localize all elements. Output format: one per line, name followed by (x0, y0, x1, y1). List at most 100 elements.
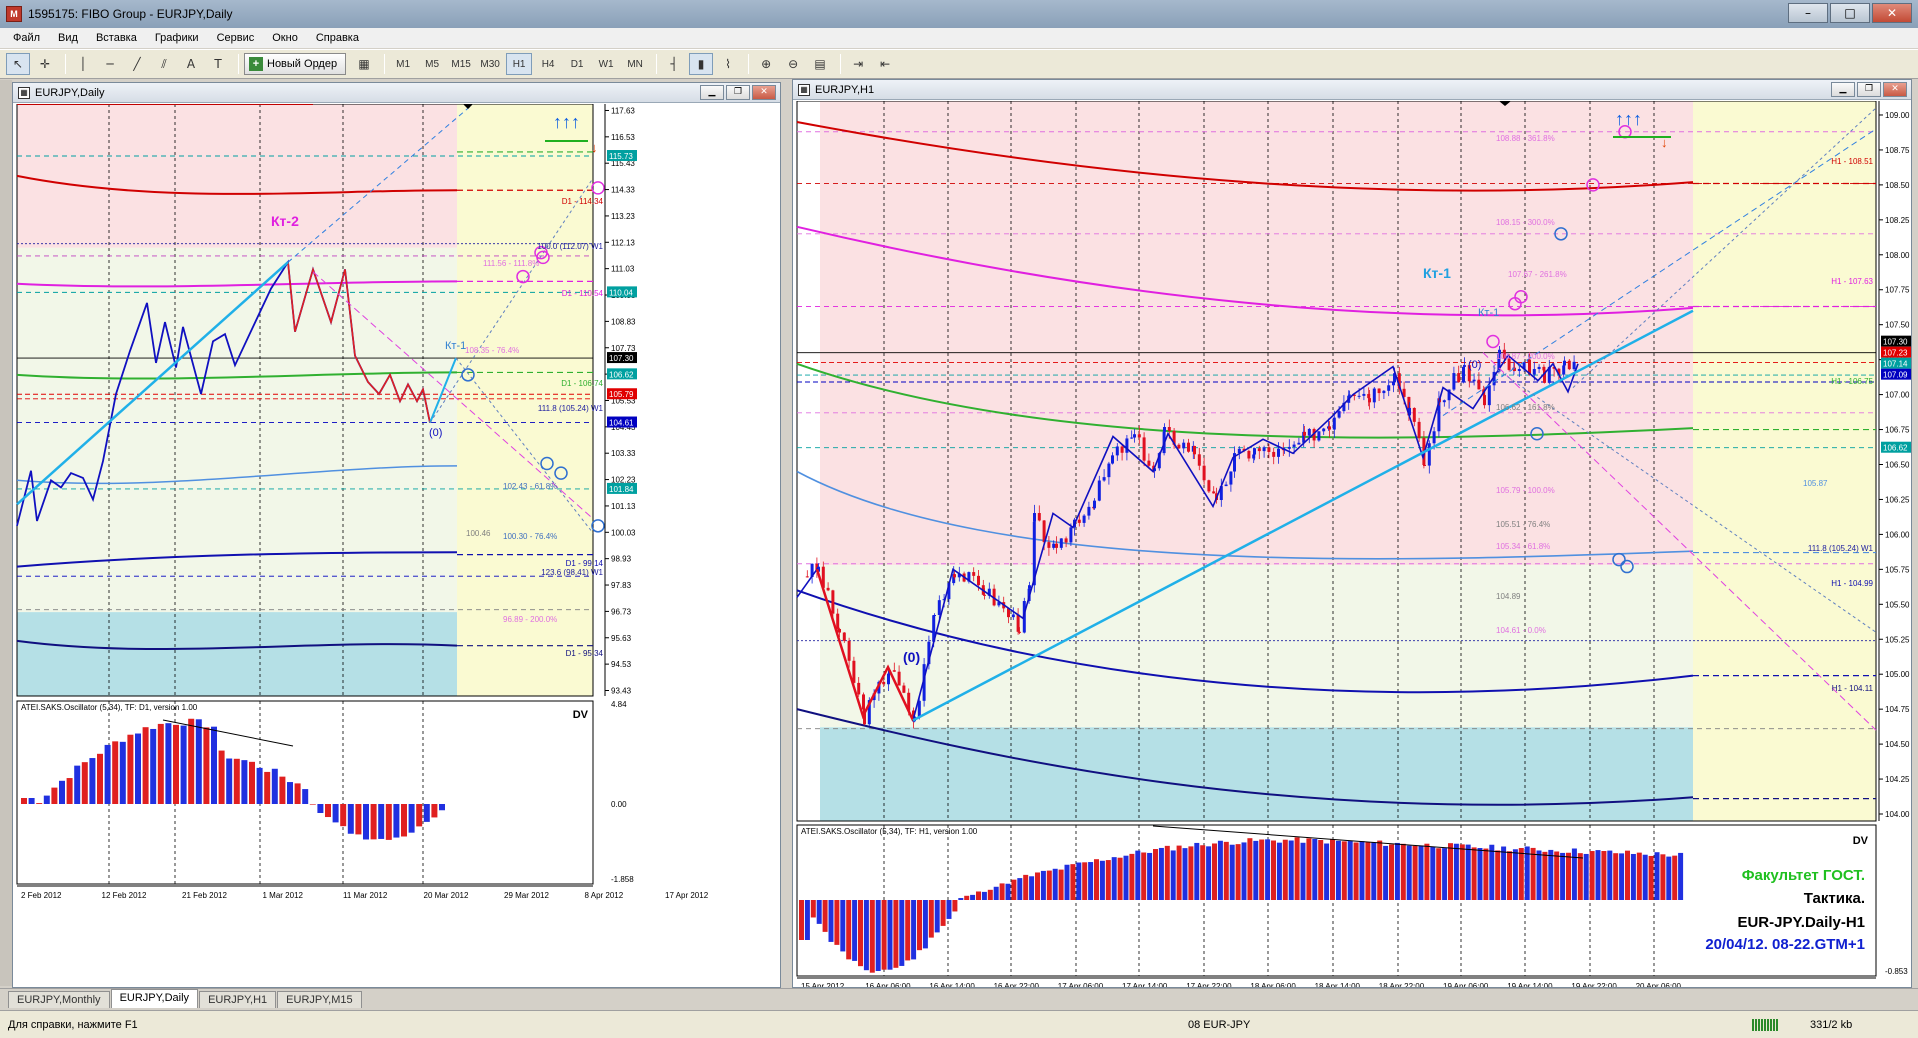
maximize-button[interactable]: □ (1830, 3, 1870, 23)
candle-body (1107, 463, 1111, 478)
tile-windows-icon[interactable]: ▤ (808, 53, 832, 75)
oscillator-bar (1524, 846, 1530, 900)
menu-insert[interactable]: Вставка (87, 28, 146, 48)
vertical-line-icon[interactable]: │ (71, 53, 95, 75)
oscillator-bar (363, 804, 369, 840)
oscillator-bar (1589, 851, 1595, 900)
oscillator-bar (241, 760, 248, 804)
candle-body (1292, 444, 1296, 447)
auto-scroll-icon[interactable]: ⇥ (846, 53, 870, 75)
minimize-button[interactable]: – (1788, 3, 1828, 23)
date-tick-label: 12 Feb 2012 (102, 891, 147, 900)
timeframe-m1[interactable]: M1 (390, 53, 416, 75)
trendline-icon[interactable]: ╱ (125, 53, 149, 75)
h1-chart-canvas[interactable]: ↑↑↑ ↓ Кт-1 Кт-1 (0) (0) H1 - 108.51 108.88 - 36… (793, 101, 1911, 987)
chart-minimize-button[interactable]: ▁ (700, 85, 724, 100)
candle-body (1257, 448, 1261, 452)
oscillator-bar (976, 891, 981, 900)
oscillator-bar (256, 767, 263, 804)
daily-chart-canvas[interactable]: ↑↑↑ ↓ Кт-2 Кт-1 (0) D1 - 114.34 100.0 (112.07)… (13, 104, 780, 987)
candlestick-chart-icon[interactable]: ▮ (689, 53, 714, 75)
oscillator-bar (846, 900, 852, 960)
candle-body (1322, 428, 1326, 432)
candle-body (1303, 431, 1306, 436)
timeframe-mn[interactable]: MN (622, 53, 648, 75)
oscillator-bar (970, 894, 976, 900)
price-tick-label: 106.75 (1885, 426, 1910, 435)
date-tick-label: 29 Mar 2012 (504, 891, 549, 900)
data-window-icon[interactable]: ▦ (352, 53, 376, 75)
fibo-label: 100.46 (466, 529, 491, 538)
new-order-label: Новый Ордер (267, 58, 338, 70)
kt1-label: Кт-1 (1423, 265, 1451, 281)
candle-body (1247, 450, 1251, 459)
toolbar-divider (384, 54, 386, 74)
candle-body (972, 572, 976, 576)
oscillator-bar (1583, 853, 1589, 900)
oscillator-bar (271, 768, 278, 804)
cursor-tool-icon[interactable]: ↖ (6, 53, 30, 75)
tab-eurjpy-daily[interactable]: EURJPY,Daily (110, 989, 199, 1008)
caption-faculty: Факультет ГОСТ. (1742, 867, 1865, 884)
chart-close-button[interactable]: ✕ (752, 85, 776, 100)
candle-body (1163, 427, 1166, 432)
candle-body (1377, 388, 1381, 394)
text-label-icon[interactable]: T (206, 53, 230, 75)
oscillator-bar (1076, 862, 1082, 900)
timeframe-m15[interactable]: M15 (448, 53, 474, 75)
menu-window[interactable]: Окно (263, 28, 307, 48)
oscillator-bar (203, 727, 210, 804)
price-tick-label: 113.23 (611, 212, 635, 221)
line-chart-icon[interactable]: ⌇ (716, 53, 740, 75)
oscillator-bar (1383, 845, 1389, 900)
candle-body (1193, 445, 1196, 455)
crosshair-tool-icon[interactable]: ✛ (33, 53, 57, 75)
chart-restore-button[interactable]: ❐ (726, 85, 750, 100)
chart-close-button[interactable]: ✕ (1883, 82, 1907, 97)
timeframe-h4[interactable]: H4 (535, 53, 561, 75)
price-tick-label: 104.75 (1885, 705, 1910, 714)
menu-tools[interactable]: Сервис (208, 28, 264, 48)
candle-body (1412, 407, 1416, 422)
menu-charts[interactable]: Графики (146, 28, 208, 48)
new-order-icon: + (249, 57, 263, 71)
osc-tick-label: 0.00 (611, 800, 627, 809)
horizontal-line-icon[interactable]: ─ (98, 53, 122, 75)
oscillator-bar (1153, 849, 1158, 900)
timeframe-m30[interactable]: M30 (477, 53, 503, 75)
tab-eurjpy-m15[interactable]: EURJPY,M15 (277, 991, 362, 1008)
zoom-out-icon[interactable]: ⊖ (781, 53, 805, 75)
chart-window-h1[interactable]: ▦ EURJPY,H1 ▁ ❐ ✕ ↑↑↑ ↓ Кт-1 Кт-1 (0) (0) H1 -… (792, 79, 1912, 988)
timeframe-m5[interactable]: M5 (419, 53, 445, 75)
timeframe-w1[interactable]: W1 (593, 53, 619, 75)
chart-minimize-button[interactable]: ▁ (1831, 82, 1855, 97)
oscillator-bar (431, 804, 438, 818)
chart-window-daily[interactable]: ▦ EURJPY,Daily ▁ ❐ ✕ ↑↑↑ ↓ Кт-2 Кт-1 (0) D1 -… (12, 82, 781, 988)
zoom-in-icon[interactable]: ⊕ (754, 53, 778, 75)
timeframe-d1[interactable]: D1 (564, 53, 590, 75)
price-tick-label: 104.00 (1885, 810, 1910, 819)
chart-shift-icon[interactable]: ⇤ (873, 53, 897, 75)
text-tool-icon[interactable]: A (179, 53, 203, 75)
menu-help[interactable]: Справка (307, 28, 368, 48)
tab-eurjpy-monthly[interactable]: EURJPY,Monthly (8, 991, 110, 1008)
oscillator-bar (1335, 840, 1341, 900)
close-button[interactable]: ✕ (1872, 3, 1912, 23)
title-bar: M 1595175: FIBO Group - EURJPY,Daily – □… (0, 0, 1918, 28)
new-order-button[interactable]: + Новый Ордер (244, 53, 347, 75)
oscillator-bar (1064, 864, 1070, 900)
oscillator-bar (940, 900, 946, 926)
osc-tick-label: -0.853 (1885, 967, 1908, 976)
menu-file[interactable]: Файл (4, 28, 49, 48)
chart-restore-button[interactable]: ❐ (1857, 82, 1881, 97)
chart-window-title: EURJPY,H1 (815, 83, 875, 96)
zone-yellow (1693, 101, 1876, 821)
channel-icon[interactable]: ⫽ (152, 53, 176, 75)
candle-body (1187, 442, 1190, 452)
timeframe-h1[interactable]: H1 (506, 53, 533, 75)
menu-view[interactable]: Вид (49, 28, 87, 48)
oscillator-bar (1577, 853, 1583, 900)
bar-chart-icon[interactable]: ┤ (662, 53, 686, 75)
tab-eurjpy-h1[interactable]: EURJPY,H1 (199, 991, 277, 1008)
candle-body (1348, 394, 1351, 396)
